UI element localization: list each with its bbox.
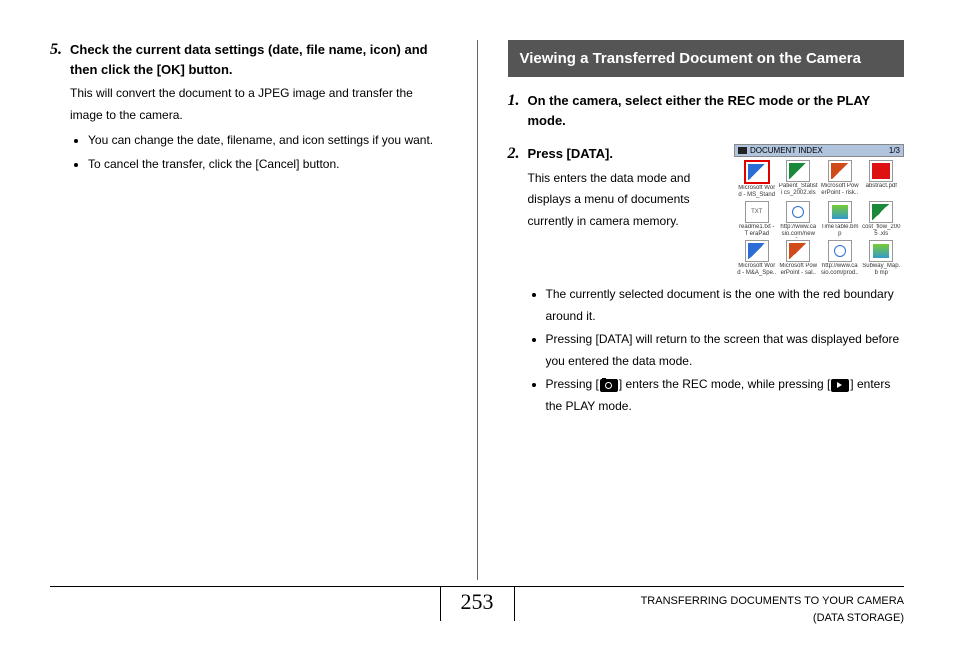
step-text-wrap: Press [DATA]. This enters the data mode …	[528, 144, 725, 232]
file-label: Microsoft Pow erPoint - sal..	[779, 263, 819, 277]
document-thumb: Subway_Map.b mp	[862, 240, 902, 277]
bullet-item: The currently selected document is the o…	[546, 284, 905, 327]
step-bullets: You can change the date, filename, and i…	[70, 130, 447, 175]
step-flex-row: Press [DATA]. This enters the data mode …	[528, 144, 905, 280]
document-thumb: Microsoft Wor d - M&A_Spe..	[737, 240, 777, 277]
screenshot-page-indicator: 1/3	[889, 146, 900, 155]
step-body: On the camera, select either the REC mod…	[528, 91, 905, 134]
document-thumb: http://www.ca sio.com/news..	[779, 201, 819, 238]
document-thumb: TimeTable.bmp	[820, 201, 860, 238]
footer-right: TRANSFERRING DOCUMENTS TO YOUR CAMERA (D…	[515, 587, 905, 626]
screenshot-titlebar: DOCUMENT INDEX 1/3	[734, 144, 904, 157]
document-thumb: cost_flow_2005 .xls	[862, 201, 902, 238]
step-title: Check the current data settings (date, f…	[70, 40, 447, 79]
step-1: 1. On the camera, select either the REC …	[508, 91, 905, 134]
bullet-text: ] enters the REC mode, while pressing [	[619, 377, 830, 391]
file-label: http://www.ca sio.com/news..	[779, 224, 819, 238]
document-thumb: abstract.pdf	[862, 160, 902, 199]
document-thumb: Microsoft Pow erPoint - risk..	[820, 160, 860, 199]
section-header: Viewing a Transferred Document on the Ca…	[508, 40, 905, 77]
document-thumb: http://www.ca sio.com/prod..	[820, 240, 860, 277]
file-label: abstract.pdf	[862, 183, 902, 197]
bullet-item: To cancel the transfer, click the [Cance…	[88, 154, 447, 176]
file-label: Patient_Statisti cs_2002.xls	[779, 183, 819, 197]
file-label: Microsoft Wor d - M&A_Spe..	[737, 263, 777, 277]
step-2: 2. Press [DATA]. This enters the data mo…	[508, 144, 905, 420]
step-title: Press [DATA].	[528, 144, 725, 164]
file-icon	[745, 201, 769, 223]
file-label: Microsoft Wor d - MS_Stand	[737, 185, 777, 199]
footer-line2: (DATA STORAGE)	[515, 610, 905, 627]
page-footer: 253 TRANSFERRING DOCUMENTS TO YOUR CAMER…	[50, 586, 904, 626]
file-icon	[869, 160, 893, 182]
bullet-item: Pressing [ ] enters the REC mode, while p…	[546, 374, 905, 417]
file-icon	[744, 160, 770, 184]
bullet-text: Pressing [	[546, 377, 599, 391]
file-label: TimeTable.bmp	[820, 224, 860, 238]
footer-line1: TRANSFERRING DOCUMENTS TO YOUR CAMERA	[515, 593, 905, 610]
file-label: Microsoft Pow erPoint - risk..	[820, 183, 860, 197]
document-thumb: Patient_Statisti cs_2002.xls	[779, 160, 819, 199]
file-icon	[745, 240, 769, 262]
file-label: Subway_Map.b mp	[862, 263, 902, 277]
step-number: 2.	[508, 144, 520, 420]
file-icon	[869, 201, 893, 223]
step-description: This enters the data mode and displays a…	[528, 168, 725, 233]
bullet-item: Pressing [DATA] will return to the scree…	[546, 329, 905, 372]
step-title: On the camera, select either the REC mod…	[528, 91, 905, 130]
screenshot-grid: Microsoft Wor d - MS_StandPatient_Statis…	[734, 157, 904, 280]
file-label: http://www.ca sio.com/prod..	[820, 263, 860, 277]
file-icon	[786, 160, 810, 182]
step-body: Press [DATA]. This enters the data mode …	[528, 144, 905, 420]
file-icon	[786, 201, 810, 223]
column-divider	[477, 40, 478, 580]
right-column: Viewing a Transferred Document on the Ca…	[508, 40, 905, 580]
left-column: 5. Check the current data settings (date…	[50, 40, 447, 580]
document-thumb: Microsoft Wor d - MS_Stand	[737, 160, 777, 199]
camera-icon	[600, 379, 618, 392]
step-number: 5.	[50, 40, 62, 177]
file-icon	[828, 240, 852, 262]
step-description: This will convert the document to a JPEG…	[70, 83, 447, 126]
step-bullets: The currently selected document is the o…	[528, 284, 905, 418]
file-label: cost_flow_2005 .xls	[862, 224, 902, 238]
document-index-screenshot: DOCUMENT INDEX 1/3 Microsoft Wor d - MS_…	[734, 144, 904, 280]
page-number: 253	[440, 587, 515, 621]
camera-icon	[738, 147, 747, 154]
bullet-item: You can change the date, filename, and i…	[88, 130, 447, 152]
step-5: 5. Check the current data settings (date…	[50, 40, 447, 177]
screenshot-title: DOCUMENT INDEX	[750, 146, 823, 155]
file-icon	[786, 240, 810, 262]
page-content: 5. Check the current data settings (date…	[0, 0, 954, 580]
file-icon	[869, 240, 893, 262]
document-thumb: Microsoft Pow erPoint - sal..	[779, 240, 819, 277]
step-number: 1.	[508, 91, 520, 134]
file-label: readme1.txt - T eraPad	[737, 224, 777, 238]
file-icon	[828, 201, 852, 223]
document-thumb: readme1.txt - T eraPad	[737, 201, 777, 238]
step-body: Check the current data settings (date, f…	[70, 40, 447, 177]
play-icon	[831, 379, 849, 392]
file-icon	[828, 160, 852, 182]
